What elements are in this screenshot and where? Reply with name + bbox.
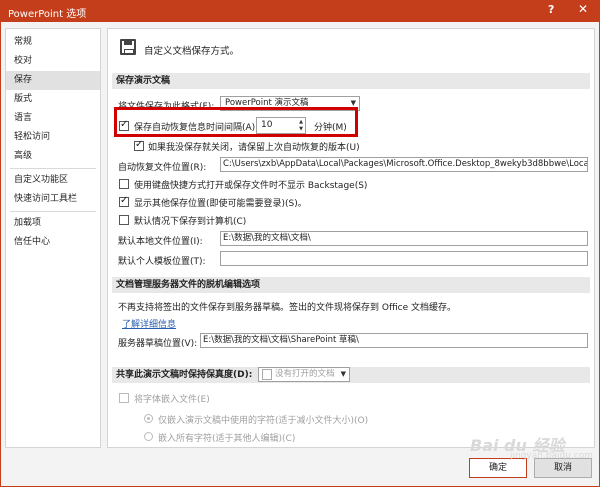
local-location-input[interactable]: E:\数据\我的文档\文档\: [220, 231, 588, 246]
keep-last-version-checkbox[interactable]: [134, 139, 144, 151]
embed-fonts-label: 将字体嵌入文件(E): [134, 395, 210, 405]
fidelity-document-select[interactable]: 没有打开的文档 ▼: [258, 367, 350, 382]
autorecover-highlight-box: [114, 107, 358, 137]
show-more-locations-checkbox[interactable]: [119, 195, 129, 207]
no-backstage-label: 使用键盘快捷方式打开或保存文件时不显示 Backstage(S): [134, 181, 368, 191]
offline-notice: 不再支持将签出的文件保存到服务器草稿。签出的文件现将保存到 Office 文档缓…: [118, 303, 456, 313]
local-location-label: 默认本地文件位置(I):: [118, 237, 203, 247]
options-content: 自定义文档保存方式。 保存演示文稿 将文件保存为此格式(F): PowerPoi…: [107, 28, 595, 448]
section-save-presentations: 保存演示文稿: [112, 73, 590, 89]
sidebar-divider: [10, 211, 96, 212]
keep-last-version-label: 如果我没保存就关闭，请保留上次自动恢复的版本(U): [148, 143, 360, 153]
ok-button[interactable]: 确定: [469, 458, 527, 478]
fidelity-title: 共享此演示文稿时保持保真度(D):: [116, 370, 253, 380]
save-to-computer-label: 默认情况下保存到计算机(C): [134, 217, 247, 227]
sidebar-item-save[interactable]: 保存: [6, 71, 100, 90]
learn-more-link[interactable]: 了解详细信息: [122, 317, 176, 330]
embed-subset-label: 仅嵌入演示文稿中使用的字符(适于减小文件大小)(O): [158, 416, 369, 426]
title-bar: PowerPoint 选项 ? ✕: [0, 0, 600, 22]
embed-fonts-checkbox[interactable]: [119, 393, 129, 403]
embed-all-label: 嵌入所有字符(适于其他人编辑)(C): [158, 434, 296, 444]
save-icon: [120, 39, 136, 55]
document-icon: [262, 369, 272, 380]
autorecover-location-input[interactable]: C:\Users\zxb\AppData\Local\Packages\Micr…: [220, 157, 588, 172]
dialog-frame: 常规 校对 保存 版式 语言 轻松访问 高级 自定义功能区 快速访问工具栏 加载…: [0, 22, 600, 487]
sidebar-item-proofing[interactable]: 校对: [6, 52, 100, 71]
embed-all-radio[interactable]: [144, 432, 153, 441]
sidebar: 常规 校对 保存 版式 语言 轻松访问 高级 自定义功能区 快速访问工具栏 加载…: [5, 28, 101, 448]
sidebar-item-trust-center[interactable]: 信任中心: [6, 233, 100, 252]
drafts-location-label: 服务器草稿位置(V):: [118, 339, 198, 349]
save-to-computer-checkbox[interactable]: [119, 215, 129, 225]
embed-subset-radio[interactable]: [144, 414, 153, 423]
help-icon[interactable]: ?: [548, 3, 554, 16]
section-offline-editing: 文档管理服务器文件的脱机编辑选项: [112, 277, 590, 293]
baidu-watermark-url: jingyan.baidu.com: [510, 451, 594, 461]
sidebar-item-quick-access-toolbar[interactable]: 快速访问工具栏: [6, 190, 100, 209]
sidebar-item-general[interactable]: 常规: [6, 33, 100, 52]
drafts-location-input[interactable]: E:\数据\我的文档\文档\SharePoint 草稿\: [200, 333, 588, 348]
page-header: 自定义文档保存方式。: [144, 46, 240, 57]
sidebar-item-customize-ribbon[interactable]: 自定义功能区: [6, 171, 100, 190]
autorecover-location-label: 自动恢复文件位置(R):: [118, 163, 207, 173]
template-location-label: 默认个人模板位置(T):: [118, 257, 206, 267]
sidebar-item-add-ins[interactable]: 加载项: [6, 214, 100, 233]
window-title: PowerPoint 选项: [8, 9, 87, 20]
sidebar-item-accessibility[interactable]: 轻松访问: [6, 128, 100, 147]
sidebar-item-language[interactable]: 语言: [6, 109, 100, 128]
sidebar-item-layout[interactable]: 版式: [6, 90, 100, 109]
show-more-locations-label: 显示其他保存位置(即使可能需要登录)(S)。: [134, 199, 307, 209]
section-fidelity: 共享此演示文稿时保持保真度(D):: [112, 367, 590, 383]
sidebar-divider: [10, 168, 96, 169]
sidebar-item-advanced[interactable]: 高级: [6, 147, 100, 166]
close-icon[interactable]: ✕: [578, 2, 588, 16]
cancel-button[interactable]: 取消: [534, 458, 592, 478]
no-backstage-checkbox[interactable]: [119, 179, 129, 189]
template-location-input[interactable]: [220, 251, 588, 266]
